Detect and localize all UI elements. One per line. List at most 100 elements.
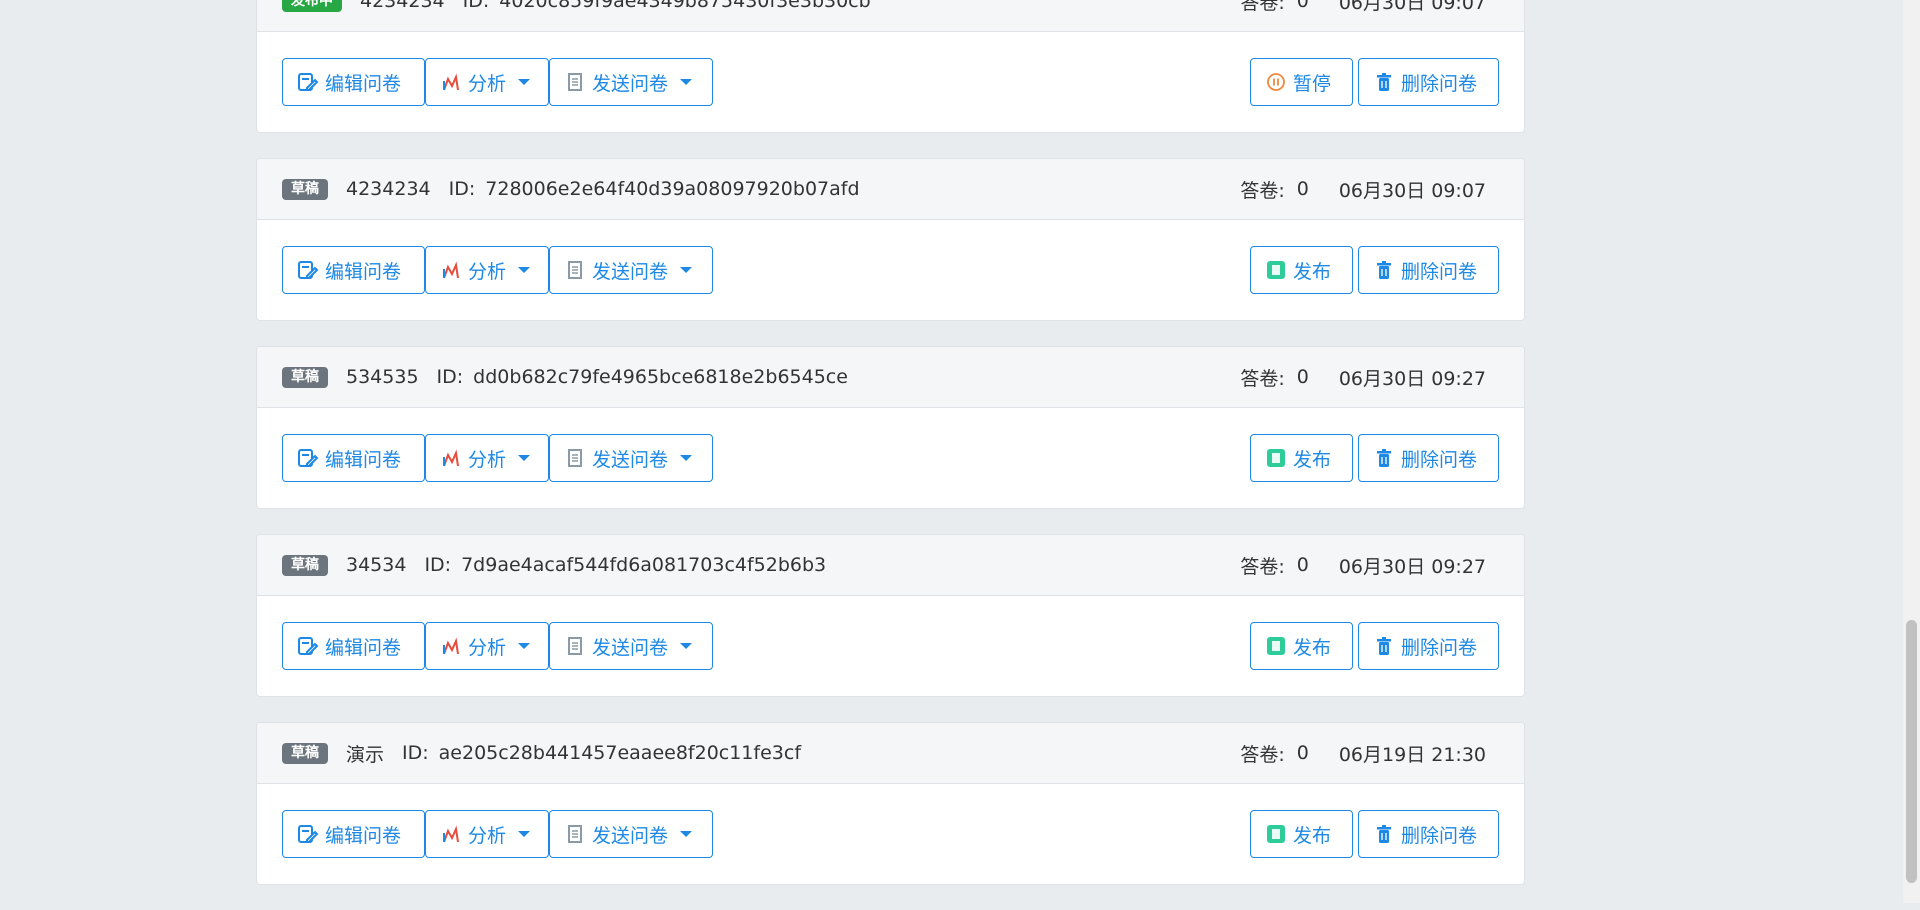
chevron-down-icon [518, 79, 531, 85]
card-actions: 编辑问卷 分析 发送问卷 发布 删除问卷 [257, 220, 1524, 320]
trash-icon [1373, 259, 1395, 281]
created-date: 06月30日 09:07 [1338, 0, 1486, 14]
card-actions: 编辑问卷 分析 发送问卷 发布 删除问卷 [257, 408, 1524, 508]
id-label: ID: [436, 366, 464, 388]
header-meta: 答卷: 0 06月30日 09:07 [1240, 176, 1486, 203]
questionnaire-name: 534535 [346, 366, 419, 388]
edit-label: 编辑问卷 [325, 260, 402, 283]
edit-questionnaire-button[interactable]: 编辑问卷 [282, 810, 425, 858]
chevron-down-icon [518, 643, 531, 649]
send-label: 发送问卷 [592, 824, 669, 847]
created-date: 06月19日 21:30 [1338, 743, 1486, 766]
toggle-label: 发布 [1293, 636, 1332, 659]
edit-questionnaire-button[interactable]: 编辑问卷 [282, 434, 425, 482]
send-label: 发送问卷 [592, 72, 669, 95]
id-label: ID: [448, 178, 476, 200]
delete-questionnaire-button[interactable]: 删除问卷 [1358, 622, 1499, 670]
edit-icon [297, 635, 319, 657]
card-header: 发布中 4234234 ID: 4020c859f9ae4349b875430f… [257, 0, 1524, 32]
chart-icon [440, 447, 462, 469]
edit-label: 编辑问卷 [325, 448, 402, 471]
header-meta: 答卷: 0 06月30日 09:07 [1240, 0, 1486, 15]
questionnaire-name: 演示 [346, 743, 385, 766]
id-label: ID: [402, 742, 429, 764]
send-label: 发送问卷 [592, 636, 669, 659]
card-header: 草稿 演示 ID: ae205c28b441457eaaee8f20c11fe3… [257, 723, 1524, 784]
questionnaire-card: 发布中 4234234 ID: 4020c859f9ae4349b875430f… [256, 0, 1525, 133]
edit-questionnaire-button[interactable]: 编辑问卷 [282, 246, 425, 294]
publish-icon [1265, 259, 1287, 281]
trash-icon [1373, 447, 1395, 469]
delete-label: 删除问卷 [1401, 260, 1478, 283]
publish-icon [1265, 635, 1287, 657]
scrollbar-thumb[interactable] [1906, 620, 1917, 883]
delete-label: 删除问卷 [1401, 636, 1478, 659]
id-label: ID: [424, 554, 452, 576]
vertical-scrollbar[interactable] [1903, 0, 1920, 903]
edit-icon [297, 259, 319, 281]
analyze-dropdown[interactable]: 分析 [425, 622, 549, 670]
publish-button[interactable]: 发布 [1250, 434, 1353, 482]
created-date: 06月30日 09:27 [1338, 555, 1486, 578]
id-label: ID: [462, 0, 490, 12]
document-icon [564, 71, 586, 93]
status-badge: 草稿 [282, 742, 328, 764]
analyze-dropdown[interactable]: 分析 [425, 810, 549, 858]
status-badge: 草稿 [282, 178, 328, 200]
edit-icon [297, 71, 319, 93]
answers-count: 0 [1296, 742, 1309, 764]
edit-label: 编辑问卷 [325, 636, 402, 659]
send-label: 发送问卷 [592, 260, 669, 283]
questionnaire-id: dd0b682c79fe4965bce6818e2b6545ce [473, 366, 848, 388]
analyze-dropdown[interactable]: 分析 [425, 434, 549, 482]
publish-button[interactable]: 发布 [1250, 622, 1353, 670]
created-date: 06月30日 09:07 [1338, 179, 1486, 202]
send-questionnaire-dropdown[interactable]: 发送问卷 [549, 622, 713, 670]
delete-questionnaire-button[interactable]: 删除问卷 [1358, 58, 1499, 106]
pause-icon [1265, 71, 1287, 93]
send-questionnaire-dropdown[interactable]: 发送问卷 [549, 434, 713, 482]
trash-icon [1373, 823, 1395, 845]
chart-icon [440, 635, 462, 657]
document-icon [564, 447, 586, 469]
send-label: 发送问卷 [592, 448, 669, 471]
send-questionnaire-dropdown[interactable]: 发送问卷 [549, 246, 713, 294]
answers-label: 答卷: [1240, 0, 1285, 14]
questionnaire-name: 4234234 [360, 0, 445, 12]
answers-count: 0 [1296, 0, 1309, 12]
analyze-dropdown[interactable]: 分析 [425, 246, 549, 294]
edit-questionnaire-button[interactable]: 编辑问卷 [282, 622, 425, 670]
edit-label: 编辑问卷 [325, 72, 402, 95]
card-header: 草稿 4234234 ID: 728006e2e64f40d39a0809792… [257, 159, 1524, 220]
chevron-down-icon [518, 267, 531, 273]
analyze-label: 分析 [468, 448, 507, 471]
delete-questionnaire-button[interactable]: 删除问卷 [1358, 246, 1499, 294]
chart-icon [440, 259, 462, 281]
delete-questionnaire-button[interactable]: 删除问卷 [1358, 434, 1499, 482]
questionnaire-card: 草稿 34534 ID: 7d9ae4acaf544fd6a081703c4f5… [256, 534, 1525, 697]
analyze-label: 分析 [468, 636, 507, 659]
analyze-label: 分析 [468, 72, 507, 95]
pause-button[interactable]: 暂停 [1250, 58, 1353, 106]
document-icon [564, 635, 586, 657]
questionnaire-name: 34534 [346, 554, 407, 576]
publish-button[interactable]: 发布 [1250, 810, 1353, 858]
chevron-down-icon [680, 643, 693, 649]
chevron-down-icon [680, 79, 693, 85]
chart-icon [440, 823, 462, 845]
header-meta: 答卷: 0 06月30日 09:27 [1240, 552, 1486, 579]
send-questionnaire-dropdown[interactable]: 发送问卷 [549, 58, 713, 106]
toggle-label: 发布 [1293, 260, 1332, 283]
analyze-dropdown[interactable]: 分析 [425, 58, 549, 106]
chevron-down-icon [518, 831, 531, 837]
send-questionnaire-dropdown[interactable]: 发送问卷 [549, 810, 713, 858]
publish-button[interactable]: 发布 [1250, 246, 1353, 294]
delete-questionnaire-button[interactable]: 删除问卷 [1358, 810, 1499, 858]
card-header: 草稿 34534 ID: 7d9ae4acaf544fd6a081703c4f5… [257, 535, 1524, 596]
answers-label: 答卷: [1240, 179, 1285, 202]
edit-questionnaire-button[interactable]: 编辑问卷 [282, 58, 425, 106]
questionnaire-id: ae205c28b441457eaaee8f20c11fe3cf [438, 742, 802, 764]
publish-icon [1265, 823, 1287, 845]
status-badge: 草稿 [282, 366, 328, 388]
answers-count: 0 [1296, 366, 1309, 388]
